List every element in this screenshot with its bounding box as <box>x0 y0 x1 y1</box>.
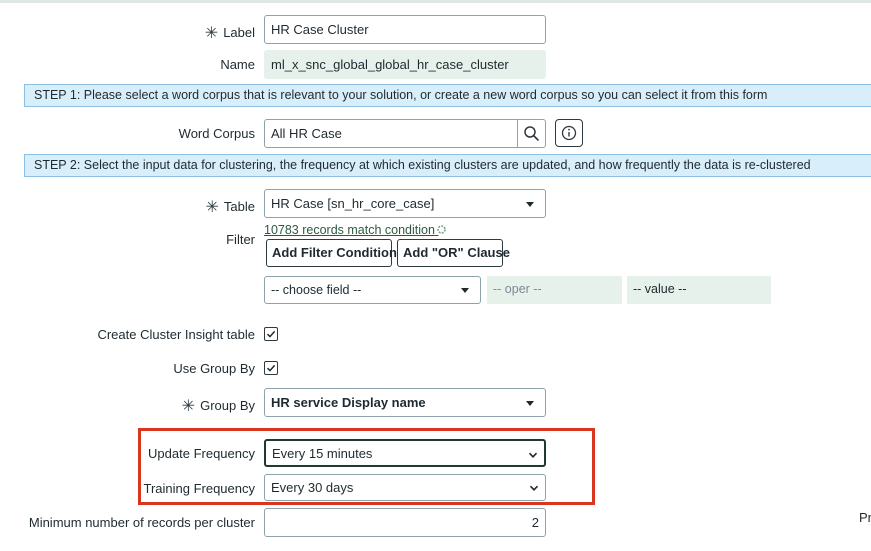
chevron-down-icon <box>529 485 539 491</box>
table-field-text: Table <box>223 199 255 214</box>
training-frequency-label: Training Frequency <box>143 481 255 496</box>
step2-banner: STEP 2: Select the input data for cluste… <box>24 154 871 177</box>
use-group-by-checkbox[interactable] <box>264 361 278 375</box>
choose-field-value: -- choose field -- <box>271 283 362 297</box>
filter-label: Filter <box>226 232 255 247</box>
min-records-label: Minimum number of records per cluster <box>28 515 255 530</box>
caret-down-icon <box>526 202 534 207</box>
choose-field-select[interactable]: -- choose field -- <box>264 276 481 304</box>
checkmark-icon <box>266 364 276 372</box>
name-input: ml_x_snc_global_global_hr_case_cluster <box>264 50 546 79</box>
records-match-text: 10783 records match condition <box>264 223 435 237</box>
group-by-text: Group By <box>200 398 255 413</box>
word-corpus-info-button[interactable] <box>555 119 583 147</box>
caret-down-icon <box>461 288 469 293</box>
required-asterisk-icon: ✳ <box>204 25 219 42</box>
min-records-input[interactable]: 2 <box>264 508 546 537</box>
training-frequency-select[interactable]: Every 30 days <box>264 474 546 501</box>
group-by-select-value: HR service Display name <box>271 395 426 410</box>
checkmark-icon <box>266 330 276 338</box>
info-icon <box>561 125 577 141</box>
word-corpus-search-button[interactable] <box>517 119 546 148</box>
group-by-select[interactable]: HR service Display name <box>264 388 546 417</box>
required-asterisk-icon: ✳ <box>181 398 196 415</box>
update-frequency-value: Every 15 minutes <box>272 446 373 461</box>
chevron-down-icon <box>528 452 538 458</box>
use-group-by-label: Use Group By <box>173 361 255 376</box>
word-corpus-label: Word Corpus <box>178 126 255 141</box>
search-icon <box>524 126 539 141</box>
cluster-insight-checkbox[interactable] <box>264 327 278 341</box>
right-cutoff-text: Pr <box>859 510 871 525</box>
update-frequency-select[interactable]: Every 15 minutes <box>264 439 546 467</box>
label-field-label: ✳ Label <box>205 22 255 42</box>
operator-select: -- oper -- <box>487 276 622 304</box>
table-select-value: HR Case [sn_hr_core_case] <box>271 196 435 211</box>
top-border <box>0 0 871 3</box>
value-input: -- value -- <box>627 276 771 304</box>
records-match-link[interactable]: 10783 records match condition <box>264 223 447 237</box>
label-field-text: Label <box>223 25 255 40</box>
refresh-icon <box>437 225 447 234</box>
label-input[interactable]: HR Case Cluster <box>264 15 546 44</box>
table-field-label: ✳ Table <box>206 196 255 216</box>
required-asterisk-icon: ✳ <box>205 199 219 216</box>
group-by-label: ✳ Group By <box>182 395 255 415</box>
update-frequency-label: Update Frequency <box>148 446 255 461</box>
table-select[interactable]: HR Case [sn_hr_core_case] <box>264 189 546 218</box>
add-or-clause-button[interactable]: Add "OR" Clause <box>397 239 510 267</box>
add-filter-condition-button[interactable]: Add Filter Condition <box>266 239 397 267</box>
training-frequency-value: Every 30 days <box>271 480 354 495</box>
step1-banner: STEP 1: Please select a word corpus that… <box>24 84 871 107</box>
caret-down-icon <box>526 401 534 406</box>
name-field-label: Name <box>220 57 255 72</box>
word-corpus-input[interactable]: All HR Case <box>264 119 518 148</box>
cluster-insight-label: Create Cluster Insight table <box>97 327 255 342</box>
